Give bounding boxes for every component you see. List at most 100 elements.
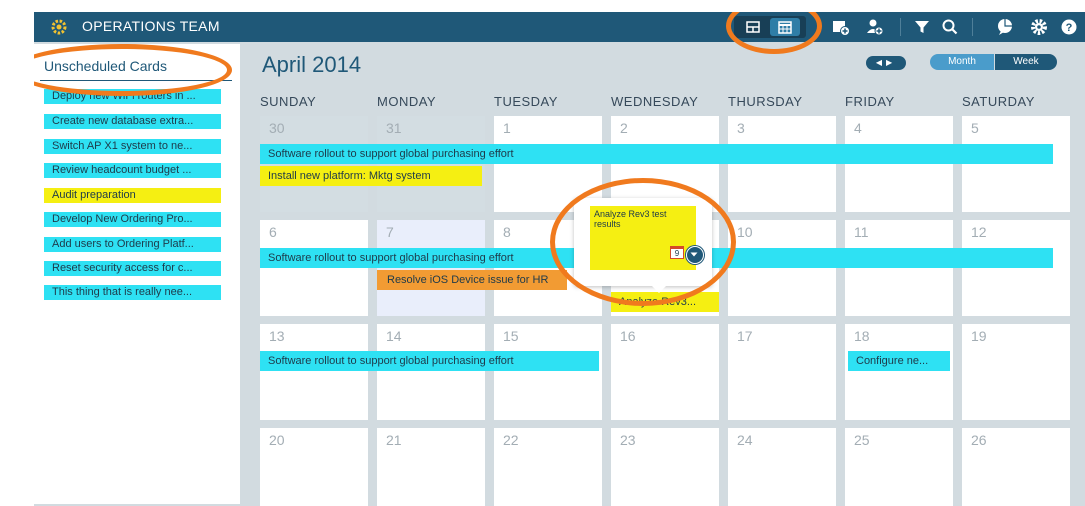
add-user-button[interactable]: [864, 16, 886, 38]
day-number: 19: [971, 328, 987, 344]
weekday-header: FRIDAY: [845, 94, 895, 109]
popup-card[interactable]: Analyze Rev3 test results: [590, 206, 696, 270]
day-number: 12: [971, 224, 987, 240]
day-number: 14: [386, 328, 402, 344]
unscheduled-card[interactable]: Deploy new WiFi routers in ...: [44, 89, 221, 104]
calendar-day[interactable]: 4: [845, 116, 953, 212]
weekday-header: SUNDAY: [260, 94, 317, 109]
svg-text:?: ?: [1066, 22, 1073, 34]
search-icon: [942, 19, 958, 35]
day-number: 6: [269, 224, 277, 240]
calendar-day[interactable]: 26: [962, 428, 1070, 506]
calendar-day[interactable]: 19: [962, 324, 1070, 420]
gear-logo-icon: [51, 19, 67, 35]
settings-icon: [1031, 19, 1047, 35]
calendar-day[interactable]: 6: [260, 220, 368, 316]
calendar-day[interactable]: 17: [728, 324, 836, 420]
board-view-button[interactable]: [740, 18, 766, 36]
settings-button[interactable]: [1028, 16, 1050, 38]
day-number: 25: [854, 432, 870, 448]
calendar-day[interactable]: 10: [728, 220, 836, 316]
toolbar-divider: [900, 18, 901, 36]
day-number: 26: [971, 432, 987, 448]
app-title: OPERATIONS TEAM: [82, 18, 220, 34]
day-number: 3: [737, 120, 745, 136]
day-number: 2: [620, 120, 628, 136]
help-button[interactable]: ?: [1058, 16, 1080, 38]
calendar-day[interactable]: 25: [845, 428, 953, 506]
calendar-event[interactable]: Software rollout to support global purch…: [260, 144, 1053, 164]
month-view-tab[interactable]: Month: [930, 54, 994, 70]
calendar-event[interactable]: Install new platform: Mktg system: [260, 166, 482, 186]
calendar-day[interactable]: 30: [260, 116, 368, 212]
board-view-icon: [746, 21, 760, 33]
filter-icon: [915, 21, 929, 33]
calendar-day[interactable]: 31: [377, 116, 485, 212]
help-icon: ?: [1061, 19, 1077, 35]
add-user-icon: [867, 19, 884, 36]
day-number: 24: [737, 432, 753, 448]
calendar-event[interactable]: Resolve iOS Device issue for HR: [377, 270, 567, 290]
unscheduled-card[interactable]: Create new database extra...: [44, 114, 221, 129]
calendar-day[interactable]: 12: [962, 220, 1070, 316]
day-number: 23: [620, 432, 636, 448]
calendar-day[interactable]: 11: [845, 220, 953, 316]
unscheduled-card[interactable]: Audit preparation: [44, 188, 221, 203]
calendar-day[interactable]: 14: [377, 324, 485, 420]
day-number: 21: [386, 432, 402, 448]
calendar-day[interactable]: 15: [494, 324, 602, 420]
calendar-day[interactable]: 24: [728, 428, 836, 506]
calendar-event[interactable]: Software rollout to support global purch…: [260, 351, 599, 371]
add-card-button[interactable]: [830, 16, 852, 38]
calendar-day-today[interactable]: 7: [377, 220, 485, 316]
weekday-header: SATURDAY: [962, 94, 1035, 109]
calendar-day[interactable]: 3: [728, 116, 836, 212]
unscheduled-card[interactable]: Switch AP X1 system to ne...: [44, 139, 221, 154]
calendar-event[interactable]: Configure ne...: [848, 351, 950, 371]
view-toggle: [734, 16, 806, 38]
weekday-header: MONDAY: [377, 94, 437, 109]
unscheduled-card[interactable]: Reset security access for c...: [44, 261, 221, 276]
weekday-header: TUESDAY: [494, 94, 558, 109]
calendar-day[interactable]: 22: [494, 428, 602, 506]
day-number: 13: [269, 328, 285, 344]
calendar-event[interactable]: Analyze Rev3...: [611, 292, 719, 312]
day-number: 10: [737, 224, 753, 240]
popup-expand-button[interactable]: [686, 246, 704, 264]
popup-pointer: [652, 286, 666, 293]
chat-button[interactable]: [994, 16, 1016, 38]
search-button[interactable]: [940, 16, 960, 38]
calendar-day[interactable]: 23: [611, 428, 719, 506]
calendar-day[interactable]: 18: [845, 324, 953, 420]
chevron-down-icon: [690, 252, 697, 256]
calendar-day[interactable]: 20: [260, 428, 368, 506]
filter-button[interactable]: [912, 16, 932, 38]
sidebar-divider: [40, 80, 232, 81]
day-number: 8: [503, 224, 511, 240]
calendar-view-button[interactable]: [770, 18, 800, 36]
day-number: 1: [503, 120, 511, 136]
unscheduled-card[interactable]: Add users to Ordering Platf...: [44, 237, 221, 252]
prev-month-icon[interactable]: ◀: [876, 58, 886, 67]
calendar-day[interactable]: 13: [260, 324, 368, 420]
month-title: April 2014: [262, 52, 362, 77]
top-bar: OPERATIONS TEAM ?: [34, 12, 1085, 42]
day-number: 5: [971, 120, 979, 136]
day-number: 31: [386, 120, 402, 136]
day-number: 4: [854, 120, 862, 136]
calendar-day[interactable]: 21: [377, 428, 485, 506]
unscheduled-card[interactable]: This thing that is really nee...: [44, 285, 221, 300]
month-nav-arrows[interactable]: ◀▶: [866, 56, 906, 70]
card-popup: Analyze Rev3 test results 9: [574, 198, 712, 293]
due-date-icon: 9: [670, 246, 684, 259]
unscheduled-card[interactable]: Review headcount budget ...: [44, 163, 221, 178]
next-month-icon[interactable]: ▶: [886, 58, 896, 67]
week-view-tab[interactable]: Week: [995, 54, 1057, 70]
day-number: 18: [854, 328, 870, 344]
day-number: 17: [737, 328, 753, 344]
calendar-day[interactable]: 16: [611, 324, 719, 420]
unscheduled-sidebar: Unscheduled Cards Deploy new WiFi router…: [34, 44, 240, 504]
unscheduled-card[interactable]: Develop New Ordering Pro...: [44, 212, 221, 227]
calendar-day[interactable]: 5: [962, 116, 1070, 212]
calendar-view-icon: [778, 21, 792, 34]
